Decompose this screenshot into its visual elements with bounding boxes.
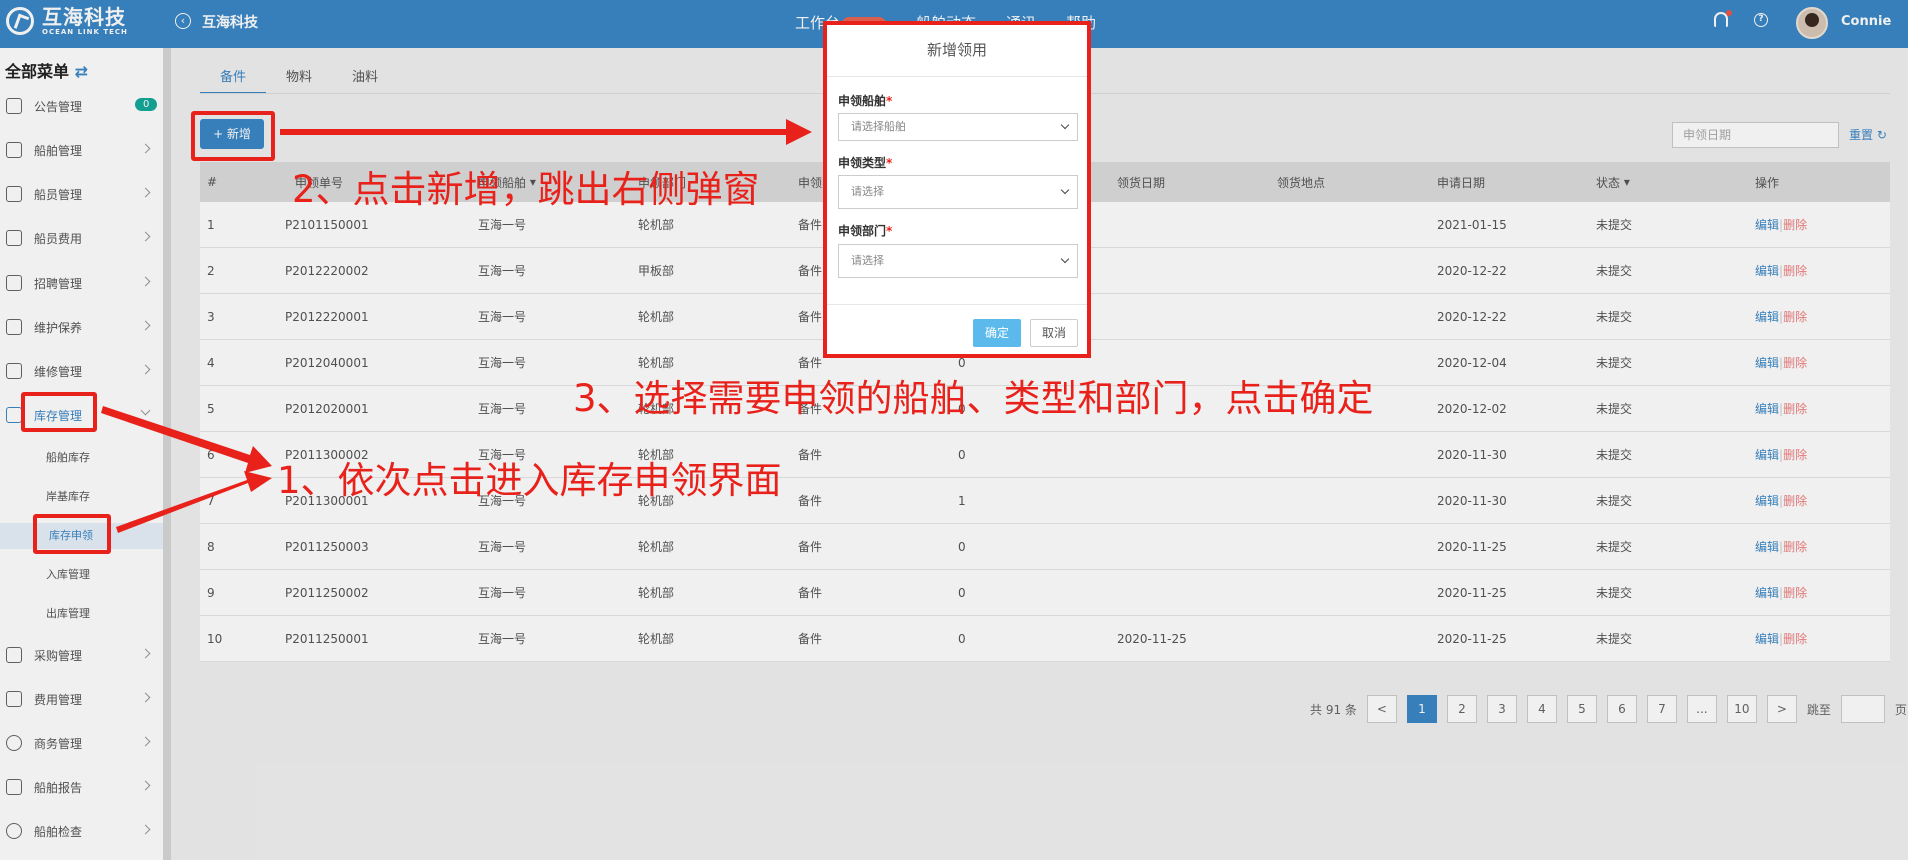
annotation-step2: 2、点击新增，跳出右侧弹窗 bbox=[292, 168, 760, 211]
annotation-step1: 1、依次点击进入库存申领界面 bbox=[277, 459, 782, 502]
arrow-from-request bbox=[116, 471, 272, 533]
arrow-from-inventory bbox=[101, 406, 272, 473]
arrow-to-modal bbox=[280, 119, 812, 145]
annotation-arrows bbox=[101, 119, 812, 533]
annotation-step3: 3、选择需要申领的船舶、类型和部门，点击确定 bbox=[573, 377, 1374, 420]
